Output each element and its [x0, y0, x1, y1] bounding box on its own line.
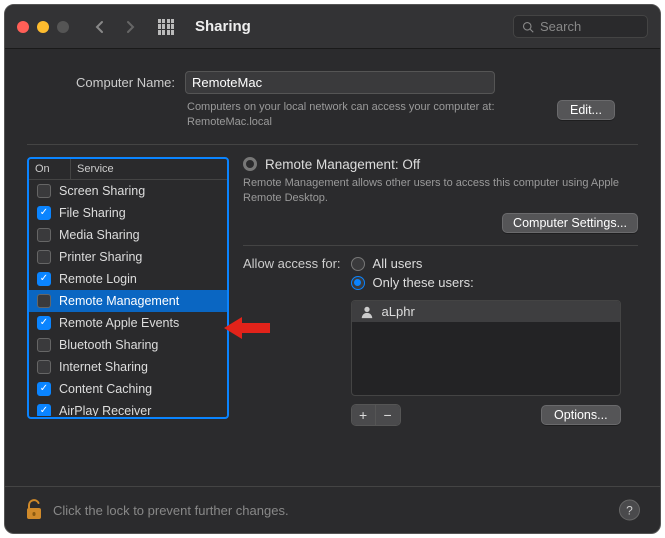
service-label: File Sharing — [59, 206, 126, 220]
radio-all-users-label: All users — [373, 256, 423, 271]
radio-only-these-users-label: Only these users: — [373, 275, 474, 290]
service-label: Bluetooth Sharing — [59, 338, 158, 352]
service-row[interactable]: Internet Sharing — [29, 356, 227, 378]
window-controls — [17, 21, 69, 33]
service-row[interactable]: Remote Management — [29, 290, 227, 312]
person-icon — [360, 305, 374, 319]
zoom-window-button[interactable] — [57, 21, 69, 33]
service-row[interactable]: Remote Apple Events — [29, 312, 227, 334]
column-on: On — [29, 159, 71, 179]
service-row[interactable]: Screen Sharing — [29, 180, 227, 202]
service-label: Printer Sharing — [59, 250, 142, 264]
computer-settings-button[interactable]: Computer Settings... — [502, 213, 638, 233]
service-row[interactable]: Media Sharing — [29, 224, 227, 246]
computer-name-input[interactable] — [185, 71, 495, 94]
service-label: Remote Apple Events — [59, 316, 179, 330]
service-row[interactable]: File Sharing — [29, 202, 227, 224]
search-field[interactable]: Search — [513, 15, 648, 38]
service-row[interactable]: Printer Sharing — [29, 246, 227, 268]
back-button[interactable] — [87, 14, 113, 40]
users-list[interactable]: aLphr — [351, 300, 621, 396]
service-checkbox[interactable] — [37, 338, 51, 352]
service-label: AirPlay Receiver — [59, 404, 151, 416]
service-row[interactable]: AirPlay Receiver — [29, 400, 227, 416]
footer: Click the lock to prevent further change… — [5, 486, 660, 533]
service-checkbox[interactable] — [37, 228, 51, 242]
service-label: Content Caching — [59, 382, 152, 396]
service-row[interactable]: Remote Login — [29, 268, 227, 290]
service-row[interactable]: Bluetooth Sharing — [29, 334, 227, 356]
radio-all-users[interactable] — [351, 257, 365, 271]
service-label: Media Sharing — [59, 228, 140, 242]
service-status-icon — [243, 157, 257, 171]
radio-only-these-users[interactable] — [351, 276, 365, 290]
minimize-window-button[interactable] — [37, 21, 49, 33]
computer-name-helper: Computers on your local network can acce… — [187, 101, 495, 113]
user-row[interactable]: aLphr — [352, 301, 620, 322]
service-status-heading: Remote Management: Off — [265, 157, 420, 172]
service-checkbox[interactable] — [37, 360, 51, 374]
allow-access-label: Allow access for: — [243, 256, 341, 426]
remove-user-button[interactable]: − — [376, 405, 400, 425]
service-label: Remote Login — [59, 272, 137, 286]
service-row[interactable]: Content Caching — [29, 378, 227, 400]
service-checkbox[interactable] — [37, 184, 51, 198]
lock-text: Click the lock to prevent further change… — [53, 503, 289, 518]
user-name: aLphr — [382, 304, 415, 319]
service-checkbox[interactable] — [37, 272, 51, 286]
service-checkbox[interactable] — [37, 382, 51, 396]
services-table: On Service Screen Sharing File Sharing Med… — [27, 157, 229, 419]
titlebar: Sharing Search — [5, 5, 660, 49]
options-button[interactable]: Options... — [541, 405, 621, 425]
service-label: Screen Sharing — [59, 184, 145, 198]
computer-name-local: RemoteMac.local — [187, 116, 272, 128]
service-label: Internet Sharing — [59, 360, 148, 374]
window-title: Sharing — [195, 18, 251, 35]
help-button[interactable]: ? — [619, 500, 640, 521]
forward-button[interactable] — [117, 14, 143, 40]
service-checkbox[interactable] — [37, 206, 51, 220]
search-placeholder: Search — [540, 19, 581, 34]
service-checkbox[interactable] — [37, 250, 51, 264]
callout-arrow-icon — [224, 315, 270, 341]
service-label: Remote Management — [59, 294, 179, 308]
service-description: Remote Management allows other users to … — [243, 176, 638, 206]
close-window-button[interactable] — [17, 21, 29, 33]
service-checkbox[interactable] — [37, 404, 51, 416]
unlock-icon[interactable] — [25, 499, 43, 521]
add-user-button[interactable]: + — [352, 405, 376, 425]
edit-hostname-button[interactable]: Edit... — [557, 100, 615, 120]
search-icon — [522, 21, 534, 33]
show-all-button[interactable] — [153, 14, 179, 40]
column-service: Service — [71, 159, 120, 179]
service-checkbox[interactable] — [37, 294, 51, 308]
computer-name-label: Computer Name: — [57, 75, 175, 90]
service-checkbox[interactable] — [37, 316, 51, 330]
